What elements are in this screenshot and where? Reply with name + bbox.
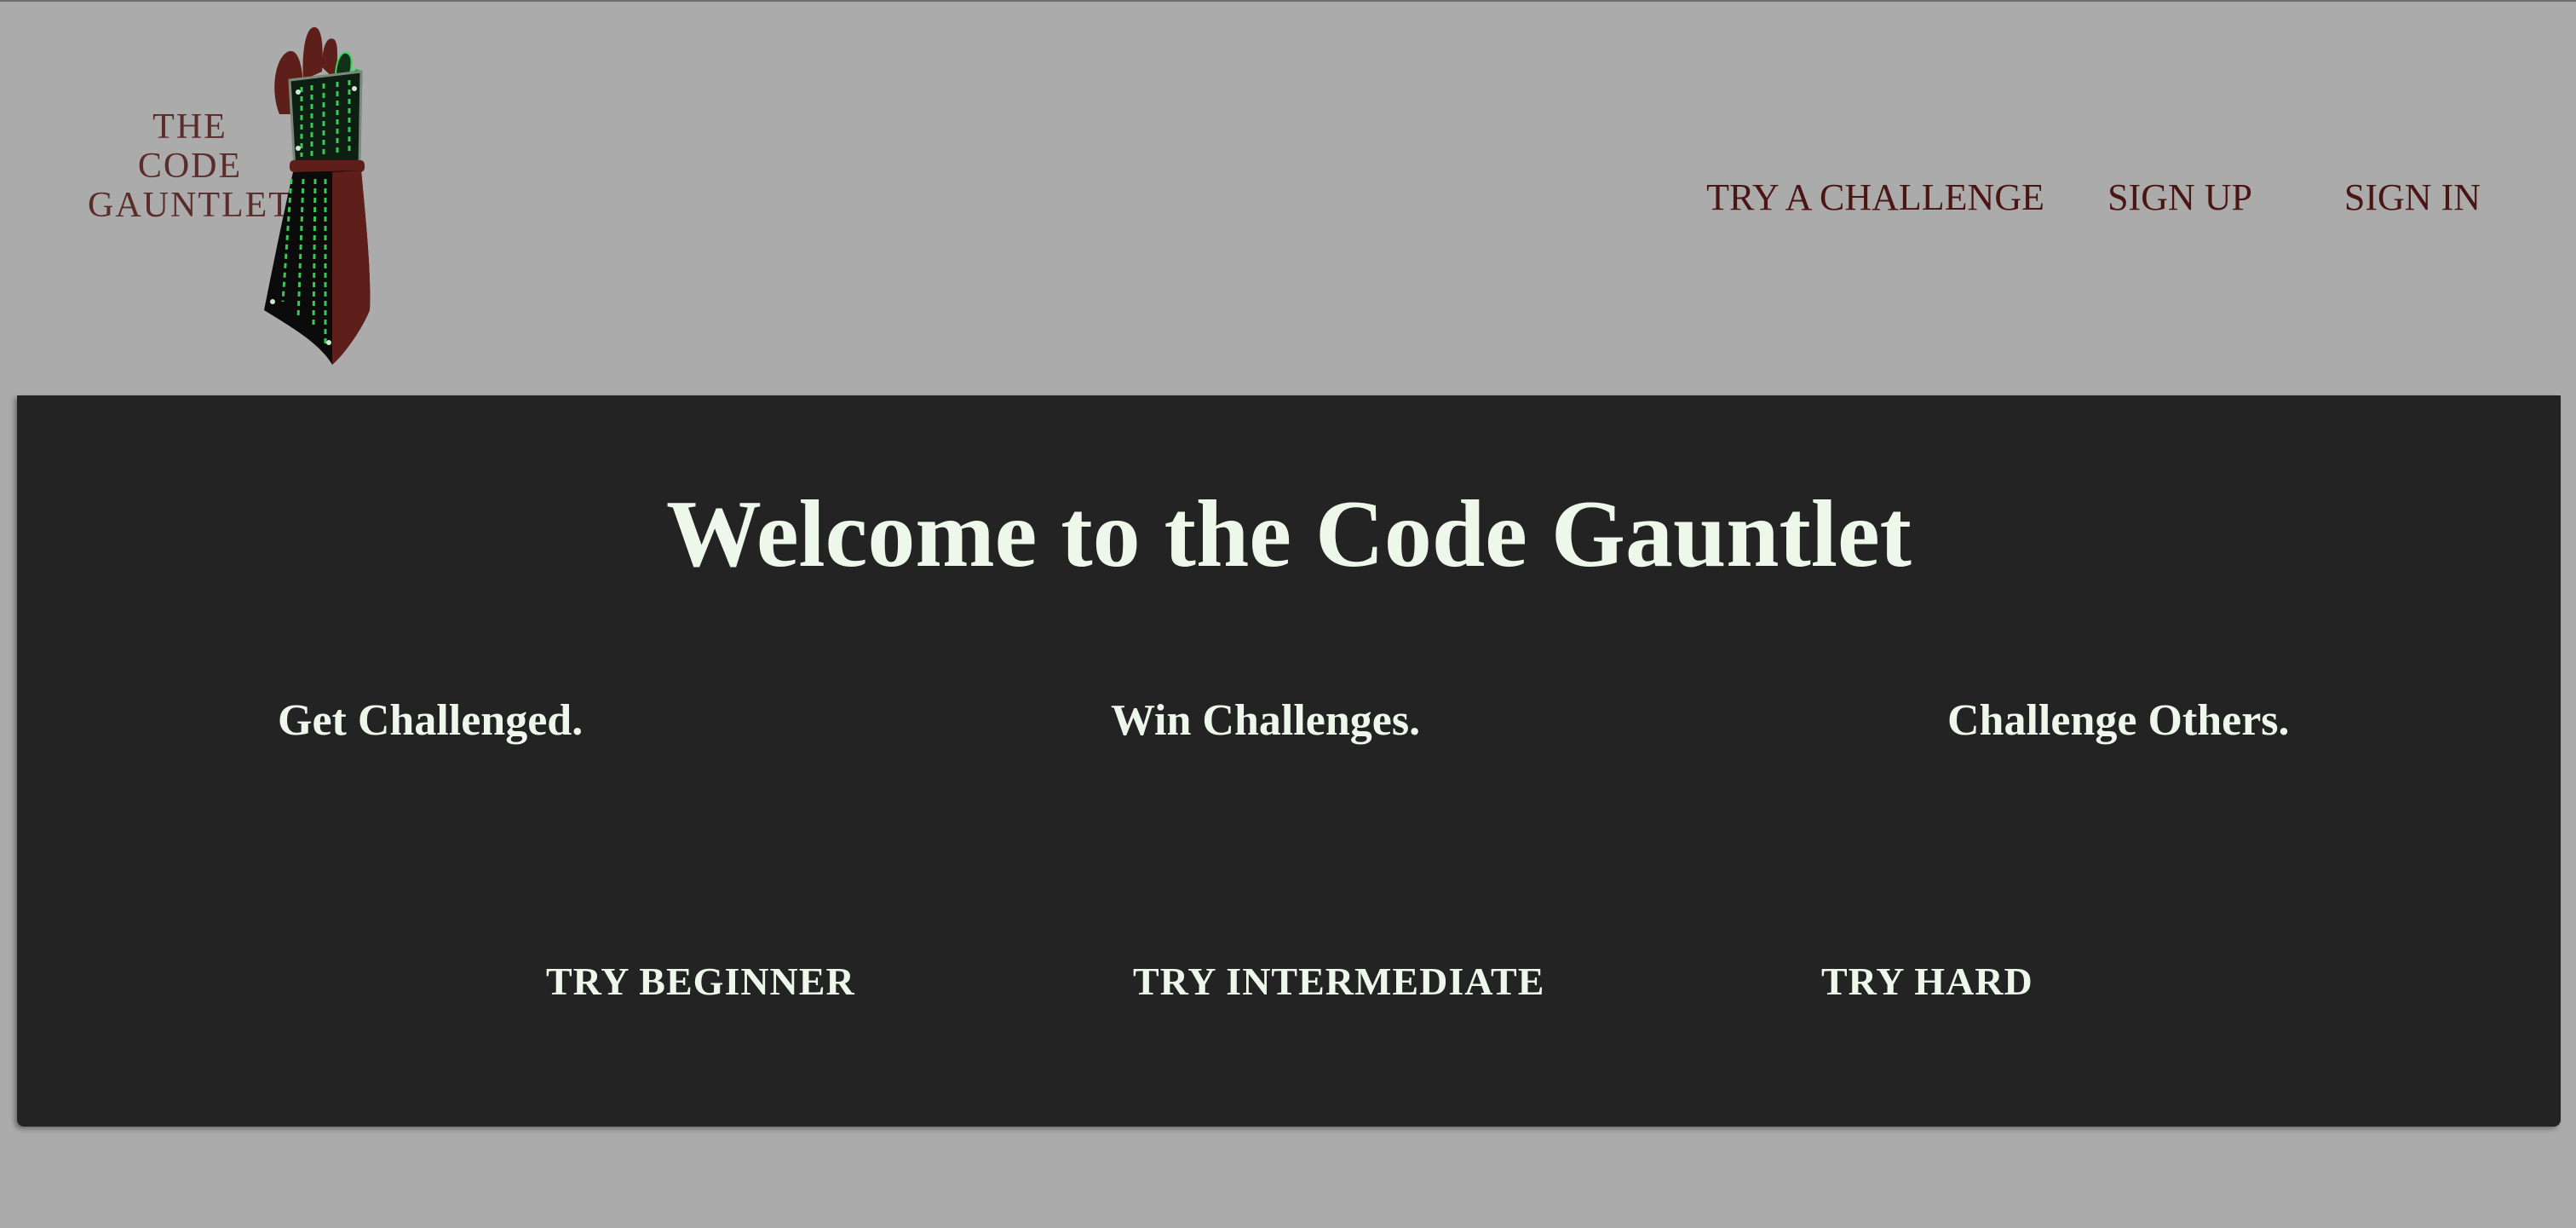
nav-try-challenge[interactable]: TRY A CHALLENGE bbox=[1706, 172, 2044, 223]
nav-sign-in[interactable]: SIGN IN bbox=[2344, 172, 2481, 223]
page: THE CODE GAUNTLET TRY A CHALLENGE SIGN U… bbox=[0, 0, 2576, 1228]
try-intermediate-button[interactable]: TRY INTERMEDIATE bbox=[1133, 958, 1544, 1006]
tagline-challenge-others: Challenge Others. bbox=[1947, 696, 2290, 745]
try-hard-button[interactable]: TRY HARD bbox=[1821, 958, 2033, 1006]
try-beginner-button[interactable]: TRY BEGINNER bbox=[546, 958, 855, 1006]
tagline-get-challenged: Get Challenged. bbox=[278, 696, 584, 745]
site-header: THE CODE GAUNTLET TRY A CHALLENGE SIGN U… bbox=[0, 2, 2576, 394]
hero-title: Welcome to the Code Gauntlet bbox=[666, 481, 1912, 587]
tagline-win-challenges: Win Challenges. bbox=[1111, 696, 1421, 745]
hero-panel: Welcome to the Code Gauntlet Get Challen… bbox=[17, 395, 2561, 1127]
gauntlet-icon bbox=[264, 26, 371, 365]
site-logo[interactable]: THE CODE GAUNTLET bbox=[51, 19, 392, 368]
nav-sign-up[interactable]: SIGN UP bbox=[2107, 172, 2252, 223]
